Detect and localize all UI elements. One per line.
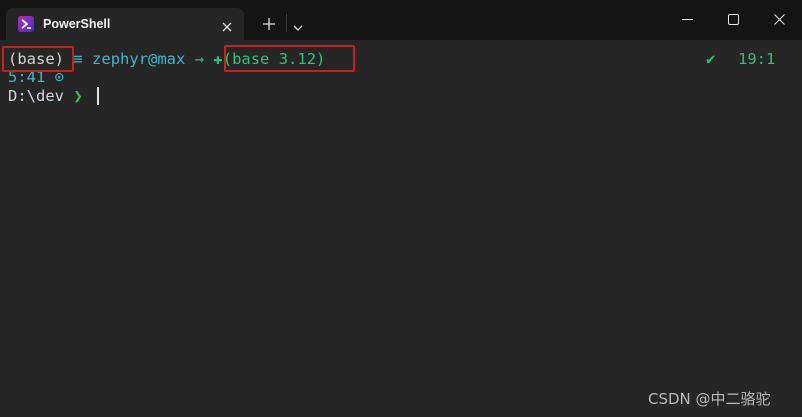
tab-divider <box>286 14 287 32</box>
prompt-chevron: ❯ <box>73 87 83 105</box>
current-path: D:\dev <box>8 87 64 105</box>
menu-lines-icon: ≡ <box>73 50 83 68</box>
status-check-icon: ✔ <box>706 50 716 68</box>
title-bar: PowerShell <box>0 0 802 40</box>
minimize-button[interactable] <box>664 0 710 40</box>
user-host: zephyr@max <box>92 50 186 68</box>
maximize-button[interactable] <box>710 0 756 40</box>
terminal-window: PowerShell (base) ≡ zephyr@max → ✚(base … <box>0 0 802 417</box>
tab-powershell[interactable]: PowerShell <box>6 8 244 40</box>
minimize-icon <box>682 19 693 20</box>
maximize-icon <box>728 14 739 25</box>
arrow-icon: → <box>194 50 205 68</box>
line-info: 19:1 <box>738 50 776 68</box>
tab-title: PowerShell <box>43 17 111 31</box>
plus-icon[interactable] <box>262 16 276 30</box>
highlight-box-env <box>2 46 74 72</box>
text-cursor <box>97 87 99 105</box>
terminal-content[interactable]: (base) ≡ zephyr@max → ✚(base 3.12) 5:41 … <box>0 40 802 417</box>
close-button[interactable] <box>756 0 802 40</box>
close-tab-icon[interactable] <box>221 18 233 32</box>
highlight-box-python <box>224 45 355 72</box>
chevron-down-icon[interactable] <box>292 18 304 31</box>
close-icon <box>774 14 785 25</box>
prompt-line-3: D:\dev ❯ <box>8 86 83 106</box>
python-icon: ✚ <box>213 50 223 68</box>
powershell-icon <box>18 16 34 32</box>
watermark: CSDN @中二骆驼 <box>648 390 771 408</box>
